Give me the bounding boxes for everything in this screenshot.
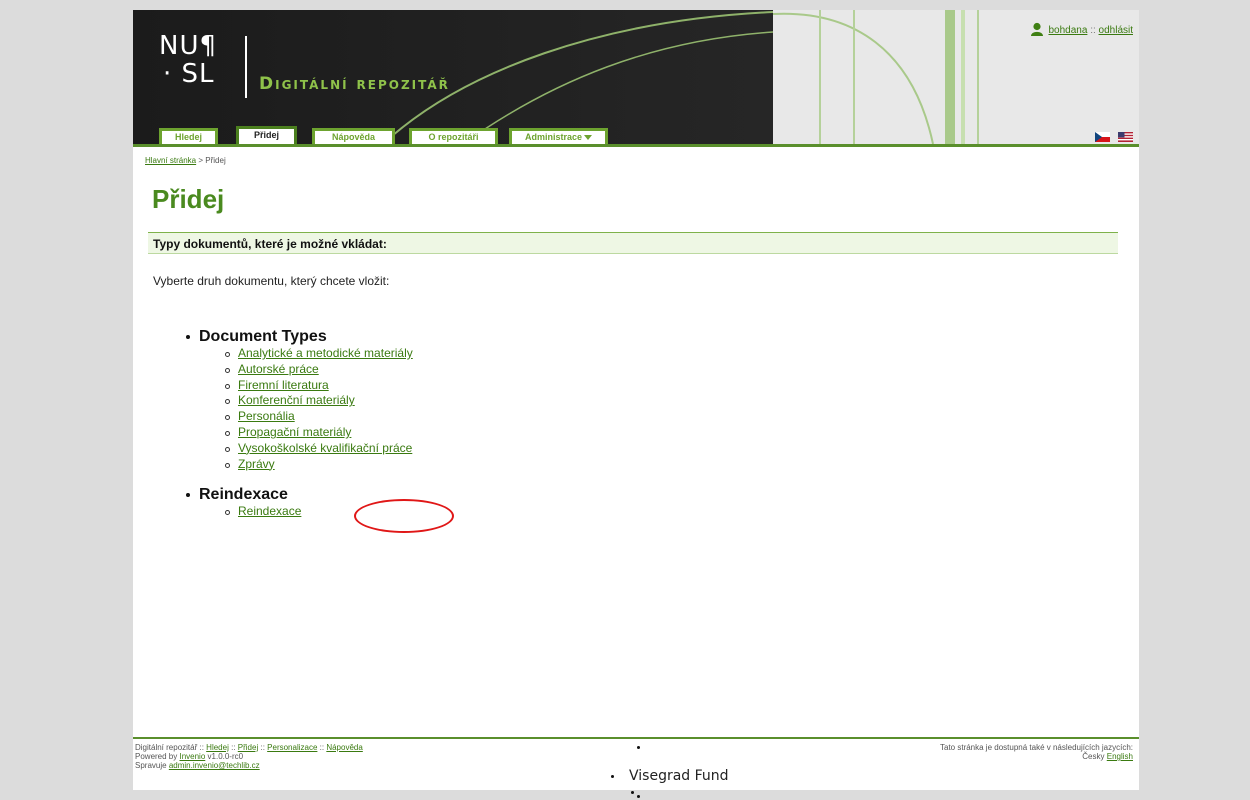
logo-line2: · SL [163,59,215,89]
site-title: Digitální repozitář [259,74,450,94]
document-type-lists: Document Types Analytické a metodické ma… [179,328,413,530]
circle-bullet-icon [225,415,230,421]
group-title-text: Document Types [199,328,327,345]
breadcrumb-current: Přidej [205,156,226,165]
maintained-by-text: Spravuje [135,761,167,770]
us-flag-icon[interactable] [1118,131,1133,142]
logo-dot [611,775,614,778]
list-item: Autorské práce [225,362,413,378]
powered-by-text: Powered by [135,752,178,761]
tab-label: Administrace [524,132,583,142]
doctype-link[interactable]: Propagační materiály [238,425,351,439]
list-item: Zprávy [225,457,413,473]
tab-label: Přidej [253,130,279,140]
footer-link-personalizace[interactable]: Personalizace [267,743,317,752]
tab-napoveda[interactable]: Nápověda [312,128,395,144]
footer-site-name: Digitální repozitář [135,743,198,752]
footer-maintainer: Spravuje admin.invenio@techlib.cz [135,761,363,770]
username-link[interactable]: bohdana [1048,25,1087,36]
breadcrumb-home-link[interactable]: Hlavní stránka [145,156,196,165]
logout-link[interactable]: odhlásit [1099,25,1133,36]
footer-separator: :: [260,743,265,752]
language-note: Tato stránka je dostupná také v následuj… [940,743,1133,752]
visegrad-fund-text: Visegrad Fund [629,768,729,784]
intro-text: Vyberte druh dokumentu, který chcete vlo… [153,274,390,288]
user-separator: :: [1090,25,1096,36]
group-title: Document Types [179,328,413,346]
logo-dot [637,795,640,798]
circle-bullet-icon [225,367,230,373]
circle-bullet-icon [225,352,230,357]
doctype-link[interactable]: Zprávy [238,457,275,471]
admin-email-link[interactable]: admin.invenio@techlib.cz [169,761,260,770]
doctype-link[interactable]: Analytické a metodické materiály [238,346,413,360]
logo-dot [631,791,634,794]
footer-separator: :: [319,743,325,752]
doctype-link[interactable]: Konferenční materiály [238,393,355,407]
bullet-icon [186,493,190,498]
header: NU¶ · SL Digitální repozitář Hledej Přid… [133,10,1139,144]
user-box: bohdana :: odhlásit [1030,22,1133,36]
language-english-link[interactable]: English [1107,752,1133,761]
list-item: Firemní literatura [225,378,413,394]
footer-divider [133,737,1139,739]
footer-nav: Digitální repozitář :: Hledej :: Přidej … [135,743,363,752]
breadcrumb-separator: > [198,156,204,165]
bullet-icon [186,335,190,339]
logo-dot [637,746,640,749]
document-type-list: Analytické a metodické materiály Autorsk… [179,346,413,472]
section-heading: Typy dokumentů, které je možné vkládat: [148,232,1118,254]
logo-line1: NU¶ [159,31,218,61]
page-title: Přidej [152,184,225,214]
chevron-down-icon [584,135,593,141]
reindexace-link[interactable]: Reindexace [238,504,301,518]
circle-bullet-icon [225,399,230,405]
footer-powered: Powered by Invenio v1.0.0-rc0 [135,752,363,761]
list-item: Vysokoškolské kvalifikační práce [225,441,413,457]
circle-bullet-icon [225,462,230,468]
czech-flag-icon[interactable] [1094,131,1110,142]
tab-hledej[interactable]: Hledej [159,128,218,144]
footer-link-napoveda[interactable]: Nápověda [326,743,362,752]
doctype-link[interactable]: Autorské práce [238,362,319,376]
doctype-link[interactable]: Firemní literatura [238,378,329,392]
highlight-annotation [354,499,454,533]
language-cesky: Česky [1082,752,1105,761]
doctype-link[interactable]: Vysokoškolské kvalifikační práce [238,441,412,455]
group-title-text: Reindexace [199,486,288,504]
logo-separator [245,36,247,98]
list-item: Konferenční materiály [225,393,413,409]
breadcrumb: Hlavní stránka > Přidej [145,156,226,165]
version-text: v1.0.0-rc0 [207,752,244,761]
tab-pridej[interactable]: Přidej [236,126,297,144]
language-flags [1091,128,1133,144]
invenio-link[interactable]: Invenio [179,752,205,761]
doctype-link[interactable]: Personália [238,409,295,423]
tab-label: Nápověda [331,132,375,142]
footer-languages: Česky English [940,752,1133,761]
circle-bullet-icon [225,383,230,389]
nusl-logo[interactable]: NU¶ · SL [159,32,217,88]
tab-label: Hledej [174,132,202,142]
circle-bullet-icon [225,430,230,436]
list-item: Analytické a metodické materiály [225,346,413,362]
visegrad-fund-logo: Visegrad Fund [603,744,743,800]
footer-separator: :: [199,743,204,752]
header-divider [133,144,1139,147]
group-document-types: Document Types Analytické a metodické ma… [179,328,413,472]
footer-left: Digitální repozitář :: Hledej :: Přidej … [135,743,363,770]
footer-link-pridej[interactable]: Přidej [238,743,258,752]
tab-o-repozitari[interactable]: O repozitáři [409,128,498,144]
circle-bullet-icon [225,446,230,452]
footer-link-hledej[interactable]: Hledej [206,743,229,752]
user-icon [1030,22,1043,36]
page: NU¶ · SL Digitální repozitář Hledej Přid… [133,10,1139,798]
footer-right: Tato stránka je dostupná také v následuj… [940,743,1133,761]
circle-bullet-icon [225,510,230,516]
tab-label: O repozitáři [428,132,479,142]
footer-separator: :: [231,743,236,752]
tab-administrace[interactable]: Administrace [509,128,608,144]
list-item: Personália [225,409,413,425]
list-item: Propagační materiály [225,425,413,441]
